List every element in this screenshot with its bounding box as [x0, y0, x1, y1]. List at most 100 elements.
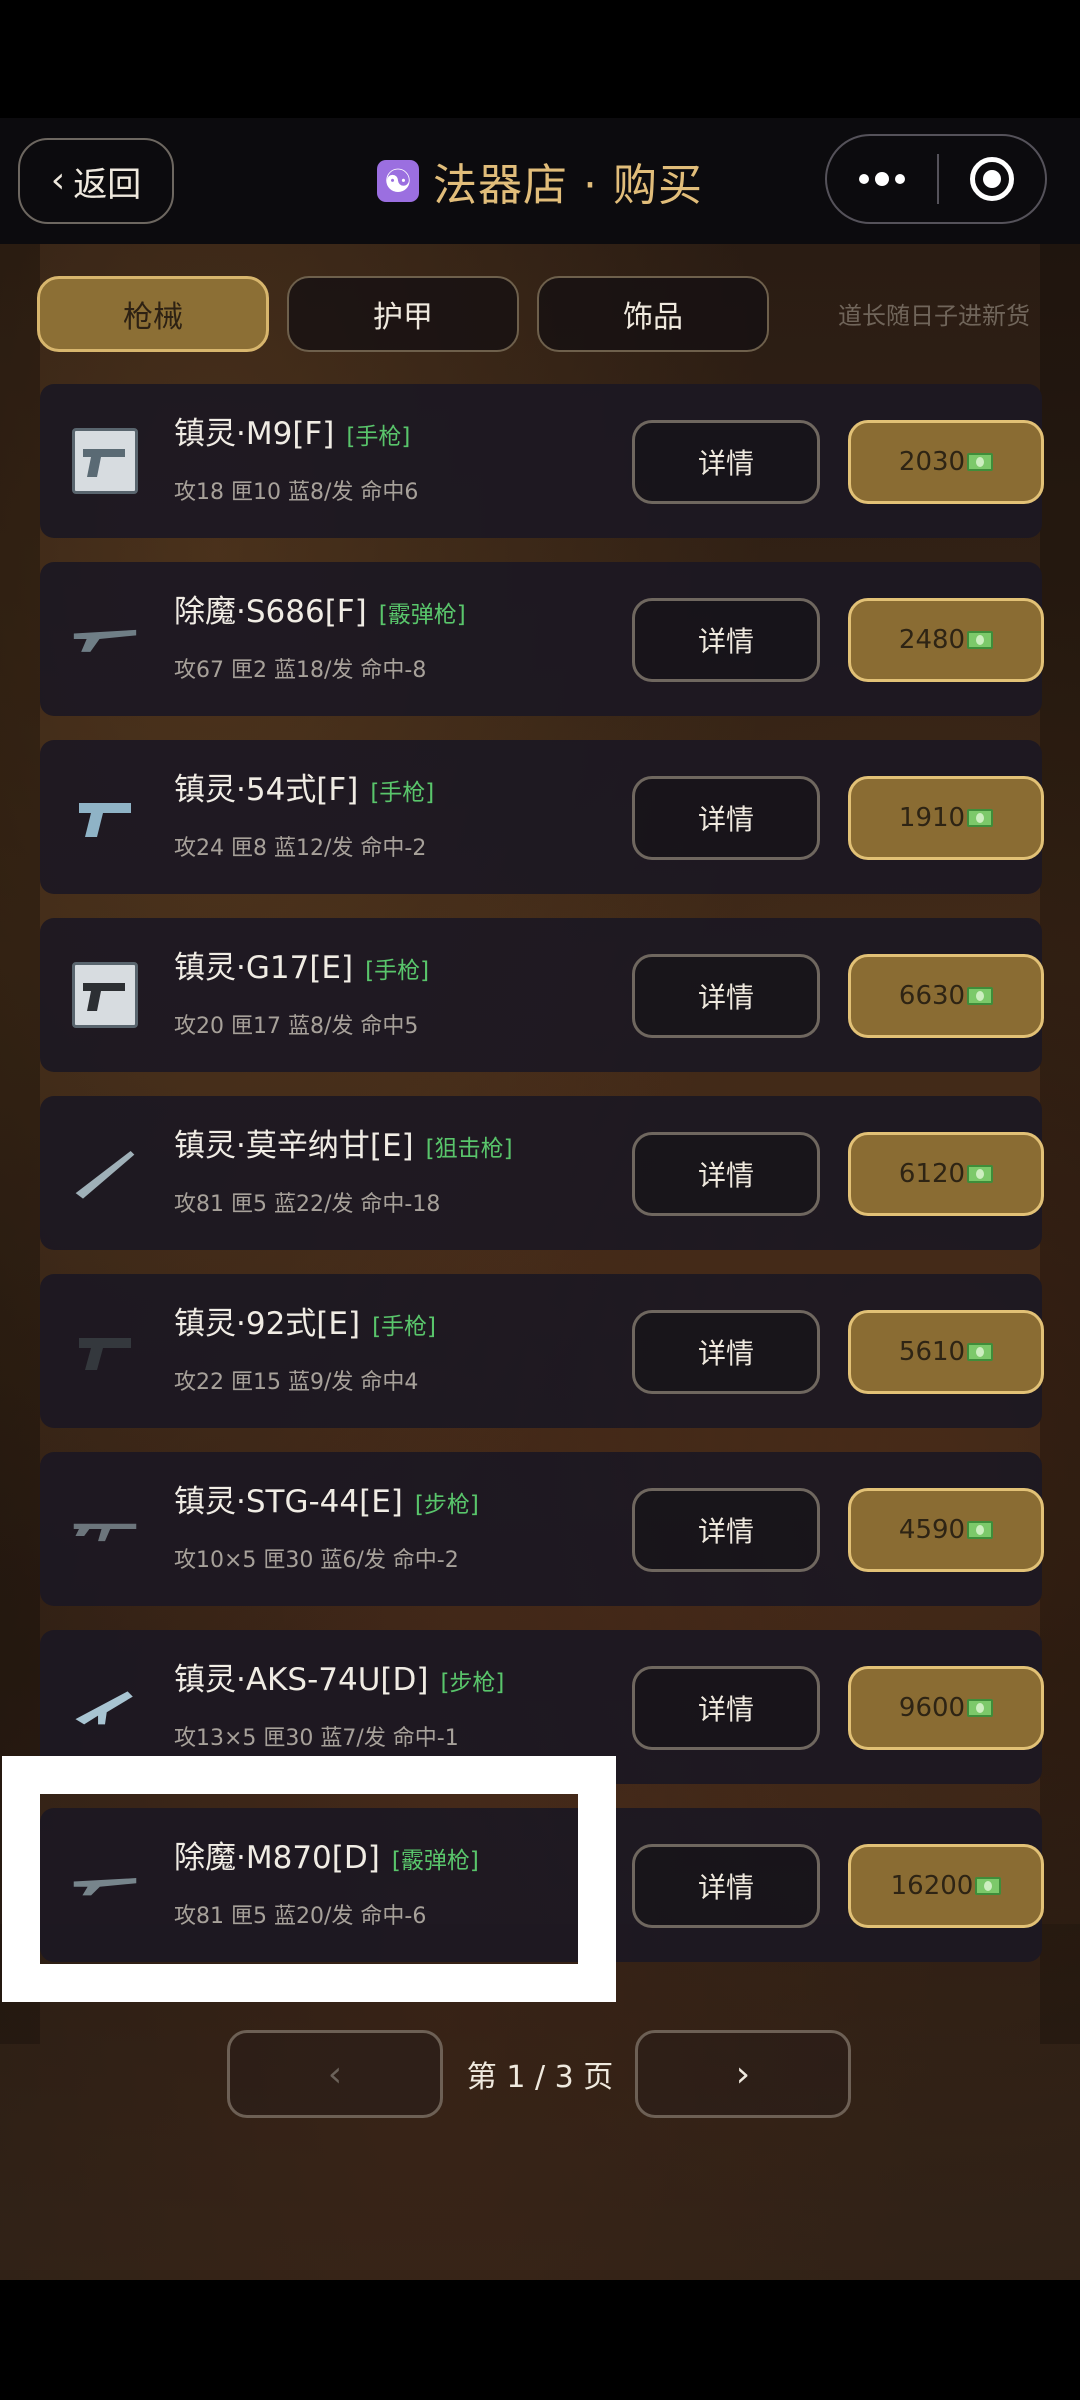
shotgun-icon: [72, 606, 138, 672]
shop-content: 枪械 护甲 饰品 道长随日子进新货 镇灵·M9[F] [手枪] 攻18 匣10 蓝…: [0, 244, 1080, 2280]
item-type: [手枪]: [346, 424, 411, 450]
buy-button[interactable]: 2030: [848, 420, 1044, 504]
price: 4590: [898, 1515, 966, 1545]
rifle-icon: [72, 1496, 138, 1562]
back-button[interactable]: ‹ 返回: [18, 138, 174, 224]
more-menu-button[interactable]: [827, 136, 937, 222]
list-item: 镇灵·M9[F] [手枪] 攻18 匣10 蓝8/发 命中6 详情 2030: [40, 384, 1044, 538]
restock-notice: 道长随日子进新货: [838, 302, 1030, 330]
item-stats: 攻10×5 匣30 蓝6/发 命中-2: [174, 1548, 459, 1573]
money-icon: [967, 631, 994, 649]
list-item: 镇灵·STG-44[E] [步枪] 攻10×5 匣30 蓝6/发 命中-2 详情 …: [40, 1452, 1044, 1606]
prev-page-button[interactable]: ‹: [227, 2030, 443, 2118]
money-icon: [967, 453, 994, 471]
item-type: [步枪]: [440, 1670, 505, 1696]
buy-button[interactable]: 16200: [848, 1844, 1044, 1928]
price: 16200: [890, 1871, 974, 1901]
detail-button[interactable]: 详情: [632, 954, 820, 1038]
list-item: 镇灵·54式[F] [手枪] 攻24 匣8 蓝12/发 命中-2 详情 1910: [40, 740, 1044, 894]
back-label: 返回: [73, 164, 142, 205]
item-title: 镇灵·54式[F]: [174, 772, 359, 808]
item-title: 镇灵·M9[F]: [174, 416, 335, 452]
item-type: [狙击枪]: [425, 1136, 513, 1162]
buy-button[interactable]: 2480: [848, 598, 1044, 682]
page-title-text: 法器店 · 购买: [433, 160, 703, 211]
money-icon: [967, 1521, 994, 1539]
item-name: 镇灵·莫辛纳甘[E] [狙击枪]: [174, 1120, 513, 1165]
buy-button[interactable]: 6630: [848, 954, 1044, 1038]
buy-button[interactable]: 9600: [848, 1666, 1044, 1750]
tab-accessories[interactable]: 饰品: [537, 276, 769, 352]
tab-guns-label: 枪械: [123, 300, 183, 335]
tab-accessories-label: 饰品: [623, 300, 683, 335]
price: 2030: [898, 447, 966, 477]
item-stats: 攻20 匣17 蓝8/发 命中5: [174, 1014, 419, 1039]
item-name: 镇灵·STG-44[E] [步枪]: [174, 1476, 479, 1521]
item-stats: 攻67 匣2 蓝18/发 命中-8: [174, 658, 427, 683]
detail-button[interactable]: 详情: [632, 1132, 820, 1216]
sniper-rifle-icon: [72, 1140, 138, 1206]
item-type: [手枪]: [370, 780, 435, 806]
buy-button[interactable]: 6120: [848, 1132, 1044, 1216]
detail-button[interactable]: 详情: [632, 1844, 820, 1928]
item-name: 镇灵·G17[E] [手枪]: [174, 942, 429, 987]
screen: ‹ 返回 ☯ 法器店 · 购买 枪械 护甲 饰品 道长随日子进新货 镇灵·M9[…: [0, 0, 1080, 2400]
item-type: [手枪]: [372, 1314, 437, 1340]
price: 9600: [898, 1693, 966, 1723]
pistol-icon: [72, 784, 138, 850]
money-icon: [975, 1877, 1002, 1895]
tab-armor-label: 护甲: [373, 300, 433, 335]
item-name: 除魔·M870[D] [霰弹枪]: [174, 1832, 479, 1877]
yin-yang-icon: ☯: [377, 160, 420, 202]
list-item: 除魔·M870[D] [霰弹枪] 攻81 匣5 蓝20/发 命中-6 详情 162…: [40, 1808, 1044, 1962]
item-type: [霰弹枪]: [378, 602, 466, 628]
title-bar: ‹ 返回 ☯ 法器店 · 购买: [0, 118, 1080, 244]
buy-button[interactable]: 4590: [848, 1488, 1044, 1572]
list-item: 镇灵·G17[E] [手枪] 攻20 匣17 蓝8/发 命中5 详情 6630: [40, 918, 1044, 1072]
item-name: 镇灵·92式[E] [手枪]: [174, 1298, 436, 1343]
price: 1910: [898, 803, 966, 833]
list-item: 除魔·S686[F] [霰弹枪] 攻67 匣2 蓝18/发 命中-8 详情 248…: [40, 562, 1044, 716]
detail-button[interactable]: 详情: [632, 598, 820, 682]
mini-program-capsule: [825, 134, 1047, 224]
buy-button[interactable]: 1910: [848, 776, 1044, 860]
money-icon: [967, 1343, 994, 1361]
item-stats: 攻24 匣8 蓝12/发 命中-2: [174, 836, 427, 861]
detail-button[interactable]: 详情: [632, 1488, 820, 1572]
detail-button[interactable]: 详情: [632, 776, 820, 860]
shotgun-icon: [72, 1852, 138, 1918]
money-icon: [967, 809, 994, 827]
target-icon: [970, 157, 1014, 201]
detail-button[interactable]: 详情: [632, 1666, 820, 1750]
item-type: [步枪]: [414, 1492, 479, 1518]
item-type: [手枪]: [365, 958, 430, 984]
tab-guns[interactable]: 枪械: [37, 276, 269, 352]
item-name: 镇灵·AKS-74U[D] [步枪]: [174, 1654, 504, 1699]
list-item: 镇灵·92式[E] [手枪] 攻22 匣15 蓝9/发 命中4 详情 5610: [40, 1274, 1044, 1428]
detail-button[interactable]: 详情: [632, 420, 820, 504]
item-title: 镇灵·92式[E]: [174, 1306, 361, 1342]
pistol-icon: [72, 1318, 138, 1384]
item-stats: 攻81 匣5 蓝20/发 命中-6: [174, 1904, 427, 1929]
money-icon: [967, 1165, 994, 1183]
item-type: [霰弹枪]: [391, 1848, 479, 1874]
item-stats: 攻13×5 匣30 蓝7/发 命中-1: [174, 1726, 459, 1751]
chevron-left-icon: ‹: [50, 160, 66, 201]
tab-armor[interactable]: 护甲: [287, 276, 519, 352]
price: 2480: [898, 625, 966, 655]
detail-button[interactable]: 详情: [632, 1310, 820, 1394]
close-miniprogram-button[interactable]: [939, 136, 1045, 222]
next-page-button[interactable]: ›: [635, 2030, 851, 2118]
list-item: 镇灵·AKS-74U[D] [步枪] 攻13×5 匣30 蓝7/发 命中-1 详情…: [40, 1630, 1044, 1784]
item-title: 镇灵·STG-44[E]: [174, 1484, 403, 1520]
rifle-icon: [72, 1674, 138, 1740]
price: 5610: [898, 1337, 966, 1367]
item-title: 镇灵·AKS-74U[D]: [174, 1662, 429, 1698]
item-name: 镇灵·M9[F] [手枪]: [174, 408, 410, 453]
item-name: 镇灵·54式[F] [手枪]: [174, 764, 434, 809]
money-icon: [967, 987, 994, 1005]
price: 6120: [898, 1159, 966, 1189]
item-stats: 攻22 匣15 蓝9/发 命中4: [174, 1370, 419, 1395]
buy-button[interactable]: 5610: [848, 1310, 1044, 1394]
price: 6630: [898, 981, 966, 1011]
